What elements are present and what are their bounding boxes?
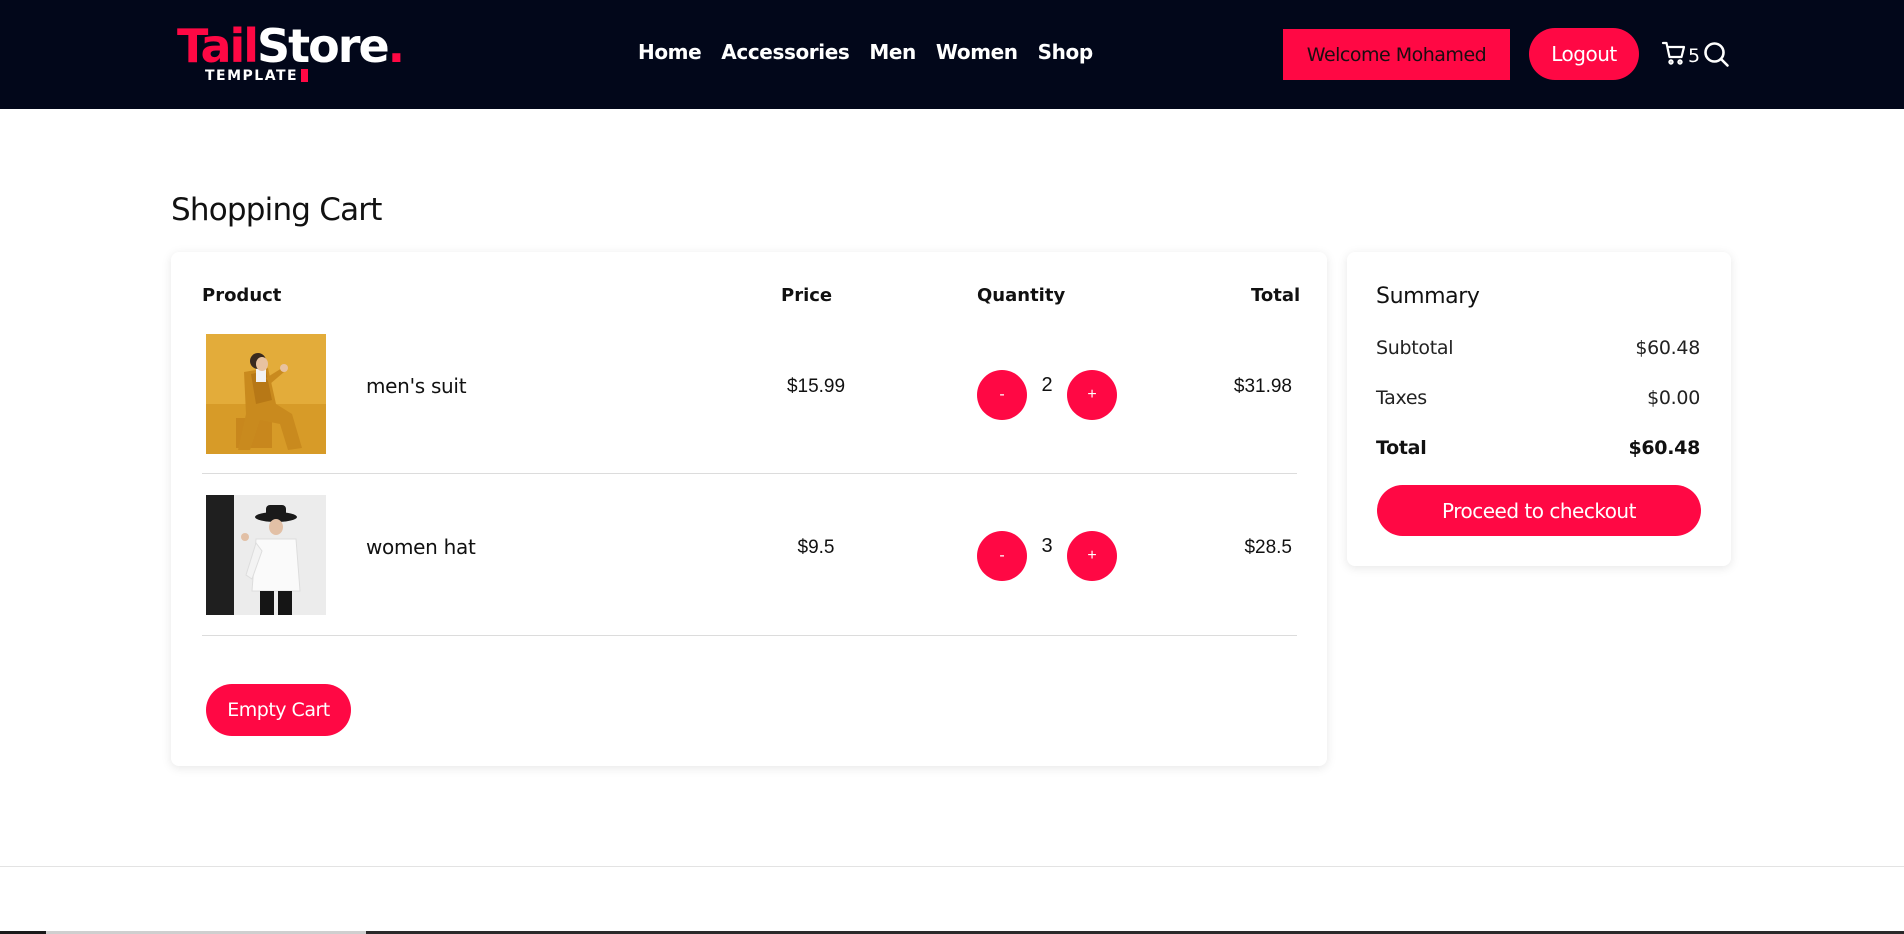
product-image-hat bbox=[206, 495, 326, 615]
nav-accessories[interactable]: Accessories bbox=[721, 40, 849, 64]
row-total: $31.98 bbox=[1233, 376, 1292, 397]
decrease-quantity-button[interactable]: - bbox=[977, 370, 1027, 420]
logo-accent-bar bbox=[301, 69, 308, 82]
footer-divider bbox=[0, 866, 1904, 867]
quantity-value: 2 bbox=[1041, 374, 1053, 396]
col-quantity-header: Quantity bbox=[977, 285, 1066, 306]
search-icon[interactable] bbox=[1703, 41, 1730, 73]
main-nav: Home Accessories Men Women Shop bbox=[638, 40, 1093, 64]
quantity-value: 3 bbox=[1041, 535, 1053, 557]
increase-quantity-button[interactable]: + bbox=[1067, 531, 1117, 581]
site-header: TailStore. TEMPLATE Home Accessories Men… bbox=[0, 0, 1904, 109]
page-title: Shopping Cart bbox=[171, 192, 382, 228]
summary-title: Summary bbox=[1376, 284, 1480, 309]
logo-wordmark: TailStore. bbox=[177, 19, 405, 73]
subtotal-label: Subtotal bbox=[1376, 337, 1454, 359]
product-image-suit bbox=[206, 334, 326, 454]
total-value: $60.48 bbox=[1628, 437, 1700, 459]
col-price-header: Price bbox=[781, 285, 833, 306]
cart-row: women hat $9.5 - 3 + $28.5 bbox=[202, 475, 1297, 636]
product-price: $15.99 bbox=[786, 376, 846, 397]
welcome-badge: Welcome Mohamed bbox=[1283, 29, 1510, 80]
product-name: men's suit bbox=[366, 374, 467, 398]
product-name: women hat bbox=[366, 535, 476, 559]
empty-cart-button[interactable]: Empty Cart bbox=[206, 684, 351, 736]
nav-men[interactable]: Men bbox=[869, 40, 916, 64]
taxes-row: Taxes $0.00 bbox=[1376, 387, 1700, 409]
nav-shop[interactable]: Shop bbox=[1038, 40, 1094, 64]
cart-icon bbox=[1661, 40, 1687, 71]
product-price: $9.5 bbox=[797, 537, 835, 558]
subtotal-row: Subtotal $60.48 bbox=[1376, 337, 1700, 359]
decrease-quantity-button[interactable]: - bbox=[977, 531, 1027, 581]
row-total: $28.5 bbox=[1244, 537, 1292, 558]
total-label: Total bbox=[1376, 437, 1427, 459]
checkout-button[interactable]: Proceed to checkout bbox=[1377, 485, 1701, 536]
taxes-label: Taxes bbox=[1376, 387, 1427, 409]
logo-subtitle: TEMPLATE bbox=[205, 68, 299, 84]
nav-home[interactable]: Home bbox=[638, 40, 702, 64]
nav-women[interactable]: Women bbox=[936, 40, 1018, 64]
order-summary-panel: Summary Subtotal $60.48 Taxes $0.00 Tota… bbox=[1347, 252, 1731, 566]
cart-link[interactable]: 5 bbox=[1661, 40, 1700, 71]
increase-quantity-button[interactable]: + bbox=[1067, 370, 1117, 420]
col-total-header: Total bbox=[1251, 285, 1301, 306]
cart-count: 5 bbox=[1688, 44, 1701, 67]
total-row: Total $60.48 bbox=[1376, 437, 1700, 459]
logout-button[interactable]: Logout bbox=[1529, 28, 1639, 80]
cart-panel: Product Price Quantity Total men's suit … bbox=[171, 252, 1327, 766]
taxes-value: $0.00 bbox=[1647, 387, 1700, 409]
cart-row: men's suit $15.99 - 2 + $31.98 bbox=[202, 314, 1297, 474]
tailstore-logo[interactable]: TailStore. TEMPLATE bbox=[177, 18, 405, 88]
subtotal-value: $60.48 bbox=[1635, 337, 1700, 359]
col-product-header: Product bbox=[202, 285, 282, 306]
